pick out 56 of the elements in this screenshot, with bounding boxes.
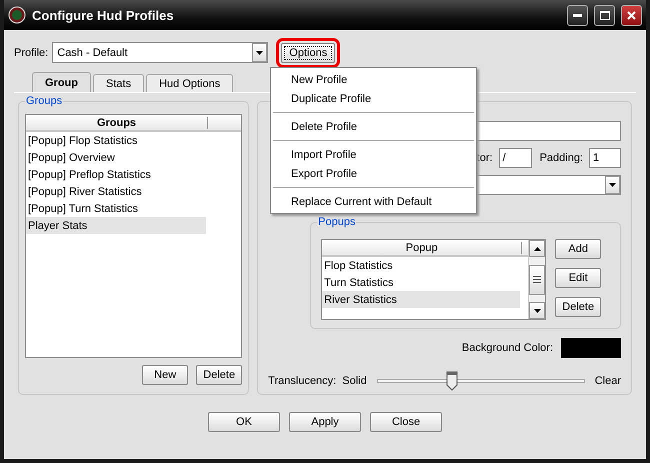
- tab[interactable]: Group: [32, 72, 91, 92]
- scroll-thumb[interactable]: [529, 264, 546, 294]
- minimize-icon: [573, 14, 582, 16]
- scroll-up-arrow-icon[interactable]: [534, 246, 541, 250]
- list-item[interactable]: Flop Statistics: [322, 257, 520, 274]
- slider-min-label: Solid: [342, 375, 367, 387]
- dropdown-arrow-icon[interactable]: [256, 50, 264, 54]
- grip-icon: [533, 276, 542, 283]
- app-logo-icon: [8, 6, 26, 24]
- tab[interactable]: Stats: [93, 74, 144, 92]
- color-swatch[interactable]: [561, 338, 621, 358]
- close-icon: [627, 10, 636, 20]
- groups-legend: Groups: [25, 95, 64, 107]
- padding-field[interactable]: 1: [589, 148, 621, 168]
- window-title: Configure Hud Profiles: [32, 8, 175, 22]
- list-item[interactable]: [Popup] River Statistics: [26, 183, 206, 200]
- popups-legend: Popups: [317, 216, 356, 228]
- action-button[interactable]: Add: [555, 239, 602, 259]
- list-item[interactable]: [Popup] Overview: [26, 149, 206, 166]
- action-button[interactable]: Delete: [196, 365, 242, 385]
- maximize-button[interactable]: [594, 4, 615, 26]
- list-item[interactable]: River Statistics: [322, 291, 520, 308]
- list-item[interactable]: [Popup] Preflop Statistics: [26, 166, 206, 183]
- separator-field[interactable]: /: [498, 148, 532, 168]
- menu-item[interactable]: Export Profile: [271, 164, 476, 183]
- dialog-button[interactable]: Apply: [289, 412, 361, 432]
- background-color-label: Background Color:: [462, 342, 553, 354]
- separator-label: tor:: [476, 152, 493, 164]
- list-item[interactable]: [Popup] Flop Statistics: [26, 132, 206, 149]
- menu-item[interactable]: Delete Profile: [271, 117, 476, 136]
- action-button[interactable]: Edit: [555, 268, 602, 288]
- dialog-button[interactable]: Close: [370, 412, 442, 432]
- options-button[interactable]: Options: [281, 42, 336, 62]
- dialog-button[interactable]: OK: [208, 412, 280, 432]
- scroll-down-arrow-icon[interactable]: [534, 308, 541, 312]
- dropdown-arrow-icon[interactable]: [609, 183, 616, 187]
- slider-thumb[interactable]: [446, 371, 458, 391]
- minimize-button[interactable]: [567, 4, 588, 26]
- profile-dropdown[interactable]: Cash - Default: [52, 42, 268, 63]
- scrollbar[interactable]: [528, 240, 546, 319]
- translucency-label: Translucency:: [268, 375, 336, 387]
- list-item[interactable]: [Popup] Turn Statistics: [26, 200, 206, 217]
- slider-max-label: Clear: [594, 375, 621, 387]
- padding-label: Padding:: [540, 152, 583, 164]
- profile-label: Profile:: [14, 46, 48, 58]
- list-item[interactable]: Turn Statistics: [322, 274, 520, 291]
- close-button[interactable]: [621, 4, 642, 26]
- list-item[interactable]: Player Stats: [26, 217, 206, 234]
- menu-item[interactable]: Import Profile: [271, 145, 476, 164]
- menu-item[interactable]: New Profile: [271, 70, 476, 89]
- menu-item[interactable]: Replace Current with Default: [271, 192, 476, 211]
- action-button[interactable]: Delete: [555, 297, 602, 317]
- menu-item[interactable]: Duplicate Profile: [271, 89, 476, 108]
- tab[interactable]: Hud Options: [146, 74, 234, 92]
- maximize-icon: [600, 10, 610, 20]
- action-button[interactable]: New: [142, 365, 188, 385]
